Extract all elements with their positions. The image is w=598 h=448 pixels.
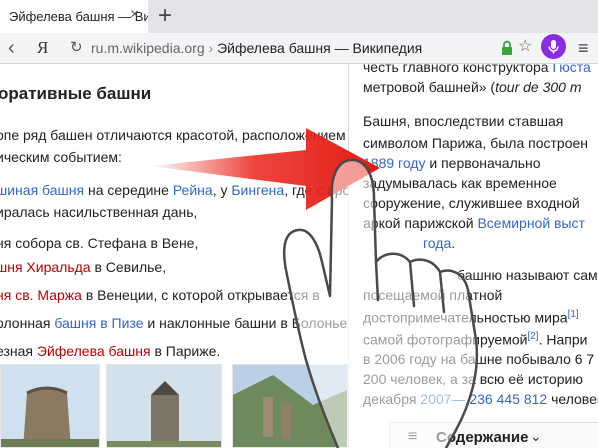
bookmark-star-icon[interactable]: ☆ bbox=[518, 37, 534, 57]
paragraph-line: ическим событием: bbox=[0, 149, 122, 165]
mountain-towers-image bbox=[233, 365, 347, 447]
list-item: шиная башня на середине Рейна, у Бингена… bbox=[0, 181, 348, 199]
paragraph-italic: tour de 300 m bbox=[495, 79, 582, 95]
list-item: ня собора св. Стефана в Вене, bbox=[0, 235, 199, 251]
new-tab-button[interactable]: + bbox=[152, 3, 178, 29]
link-pisa-tower[interactable]: башня в Пизе bbox=[54, 315, 143, 331]
paragraph-line: башню называют самой bbox=[363, 266, 598, 284]
paragraph-text: человек bbox=[547, 391, 598, 407]
paragraph-text: . bbox=[451, 235, 456, 251]
paragraph-line: декабря 2007— 236 445 812 человек bbox=[363, 390, 598, 408]
menu-icon[interactable]: ≡ bbox=[578, 38, 594, 58]
tab-close-icon[interactable]: × bbox=[130, 6, 146, 24]
list-icon: ≡ bbox=[408, 428, 418, 445]
tab-strip: Эйфелева башня — Вик × + bbox=[0, 0, 598, 33]
list-item: олонная башня в Пизе и наклонные башни в… bbox=[0, 314, 347, 332]
microphone-icon bbox=[548, 40, 559, 54]
list-item: ня св. Маржа в Венеции, с которой открыв… bbox=[0, 286, 320, 304]
paragraph-line: 1889 году и первоначально bbox=[363, 154, 541, 172]
footnote-ref-1[interactable]: [1] bbox=[568, 309, 579, 320]
paragraph-line: Башня, впоследствии ставшая bbox=[363, 113, 564, 129]
chevron-down-icon: ⌄ bbox=[530, 428, 542, 444]
paragraph-line: 200 человек, а за всю её историю bbox=[363, 371, 583, 387]
paragraph-line: задумывалась как временное bbox=[363, 175, 557, 191]
paragraph-line: самой фотографируемой[2]. Напри bbox=[363, 328, 587, 349]
link-gustave[interactable]: Гюста bbox=[553, 64, 591, 75]
paragraph-line: символом Парижа, была построен bbox=[363, 135, 589, 151]
list-item: езная Эйфелева башня в Париже. bbox=[0, 342, 220, 360]
paragraph-line: аркой парижской Всемирной выст bbox=[363, 214, 585, 232]
list-item-text: и наклонные башни в Болонье bbox=[143, 315, 348, 331]
link-st-mark[interactable]: ня св. Маржа bbox=[0, 287, 82, 303]
list-item: шня Хиральда в Севилье, bbox=[0, 258, 166, 276]
article-pane-left[interactable]: оративные башни опе ряд башен отличаются… bbox=[0, 64, 348, 448]
paragraph-line: в 2006 году на башне побывало 6 7 bbox=[363, 351, 595, 367]
paragraph-line: сооружение, служившее входной bbox=[363, 195, 580, 211]
paragraph-text: достопримечательностью мира bbox=[363, 309, 568, 326]
paragraph-text: самой фотографируемой bbox=[363, 331, 528, 348]
round-tower-image bbox=[1, 365, 99, 447]
back-button[interactable]: ‹ bbox=[8, 36, 26, 60]
table-of-contents-button[interactable]: ≡ Содержание ⌄ bbox=[389, 422, 598, 448]
thumbnail-stone-tower[interactable] bbox=[106, 364, 222, 448]
paragraph-line: честь главного конструктора Гюста bbox=[363, 64, 591, 76]
paragraph-text: метровой башней» ( bbox=[363, 79, 496, 95]
link-1889[interactable]: 1889 году bbox=[363, 155, 425, 171]
paragraph-line: метровой башней» (tour de 300 m bbox=[363, 78, 582, 96]
list-item-text: в Париже. bbox=[150, 343, 221, 359]
paragraph-text: башню называют самой bbox=[457, 267, 598, 283]
toc-label: Содержание bbox=[436, 429, 529, 446]
voice-search-button[interactable] bbox=[541, 34, 566, 59]
paragraph-text: . Напри bbox=[538, 331, 588, 348]
list-item-text: олонная bbox=[0, 315, 55, 331]
lock-icon bbox=[502, 40, 512, 55]
paragraph-line: достопримечательностью мира[1] bbox=[363, 306, 579, 327]
address-bar[interactable]: ru.m.wikipedia.org › Эйфелева башня — Ви… bbox=[91, 39, 491, 57]
section-heading: оративные башни bbox=[0, 84, 152, 103]
link-bingen[interactable]: Бингена bbox=[231, 182, 284, 198]
link-year[interactable]: года bbox=[423, 235, 451, 251]
list-item-text: , где с про bbox=[284, 182, 348, 198]
list-item-text: в Венеции, с которой открывается в bbox=[81, 287, 320, 303]
stone-tower-image bbox=[107, 365, 221, 447]
paragraph-text: декабря bbox=[363, 391, 421, 407]
tab-title: Эйфелева башня — Вик bbox=[9, 9, 148, 24]
list-item-text: , у bbox=[212, 182, 232, 198]
paragraph-text: честь главного конструктора bbox=[363, 64, 553, 75]
tab-eiffel-tower[interactable]: Эйфелева башня — Вик × bbox=[0, 0, 148, 33]
reload-icon[interactable]: ↻ bbox=[70, 38, 86, 58]
url-page-title: Эйфелева башня — Википедия bbox=[217, 40, 423, 56]
footnote-ref-2[interactable]: [2] bbox=[527, 331, 538, 342]
list-item-text: в Севилье, bbox=[90, 259, 167, 275]
browser-toolbar: ‹ Я ↻ ru.m.wikipedia.org › Эйфелева башн… bbox=[0, 33, 598, 64]
paragraph-text: и первоначально bbox=[425, 155, 541, 171]
link-visitor-count[interactable]: 2007— 236 445 812 bbox=[420, 391, 547, 407]
paragraph-text: аркой парижской bbox=[363, 215, 478, 231]
link-world-expo[interactable]: Всемирной выст bbox=[477, 215, 585, 231]
paragraph-line: года. bbox=[363, 234, 455, 252]
url-separator: › bbox=[204, 40, 218, 56]
list-item: иралась насильственная дань, bbox=[0, 204, 198, 220]
article-pane-right[interactable]: честь главного конструктора Гюста метров… bbox=[348, 64, 598, 448]
list-item-text: на середине bbox=[84, 182, 173, 198]
url-host: ru.m.wikipedia.org bbox=[91, 40, 205, 56]
thumbnail-round-tower[interactable] bbox=[0, 364, 100, 448]
paragraph-line: посещаемой платной bbox=[363, 287, 503, 303]
paragraph-line: опе ряд башен отличаются красотой, распо… bbox=[0, 127, 348, 143]
link-mouse-tower[interactable]: шиная башня bbox=[0, 182, 84, 198]
yandex-logo-icon[interactable]: Я bbox=[37, 38, 53, 58]
link-giralda[interactable]: шня Хиральда bbox=[0, 259, 91, 275]
link-rhine[interactable]: Рейна bbox=[173, 182, 213, 198]
thumbnail-mountain-towers[interactable] bbox=[232, 364, 348, 448]
link-eiffel-tower[interactable]: Эйфелева башня bbox=[37, 343, 151, 359]
list-item-text: езная bbox=[0, 343, 37, 359]
